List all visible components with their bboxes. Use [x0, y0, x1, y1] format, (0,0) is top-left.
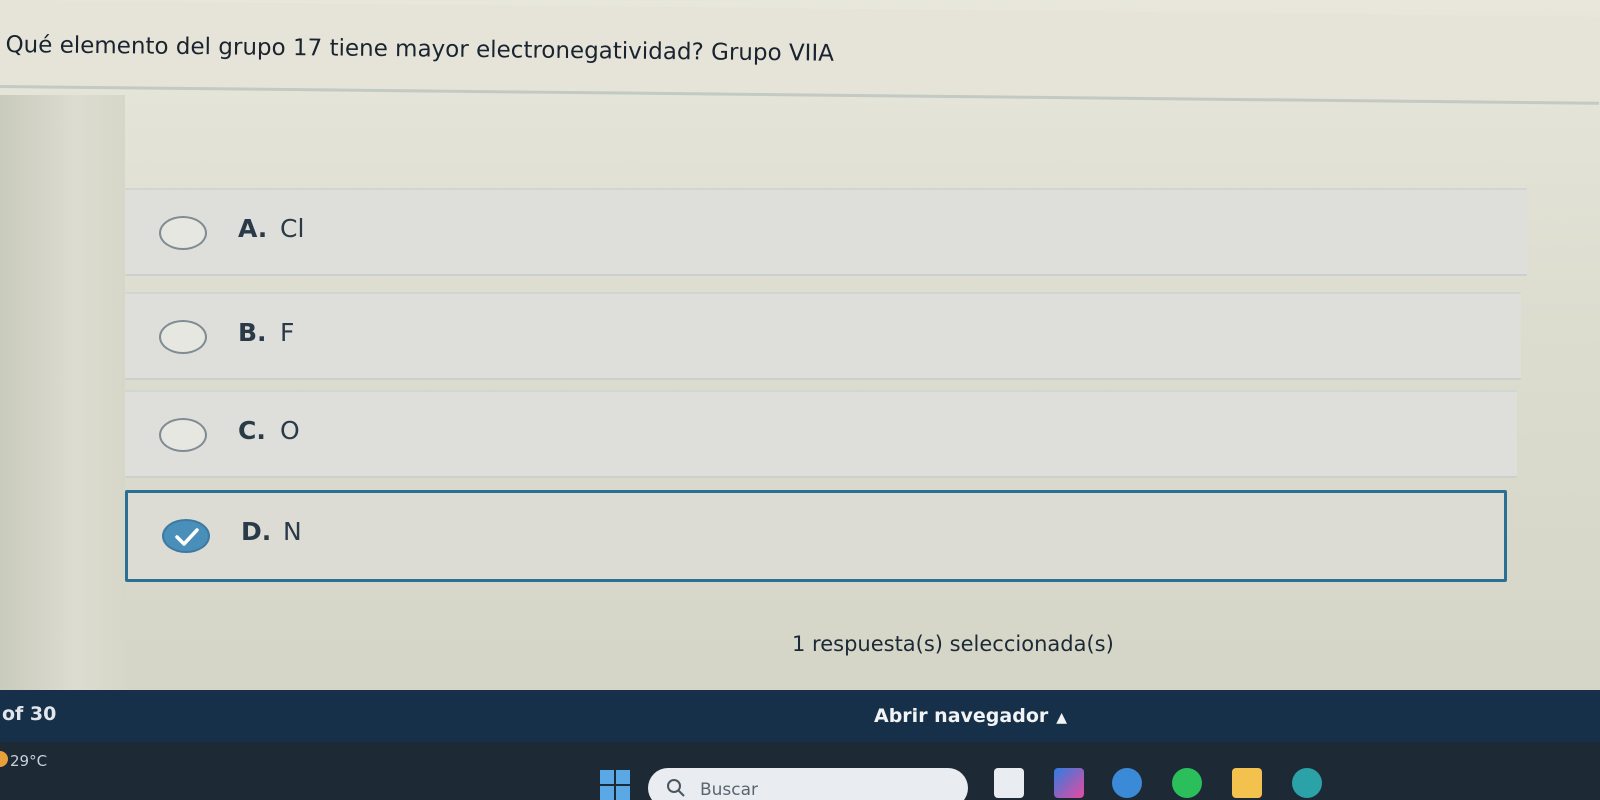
- triangle-up-icon: ▲: [1056, 710, 1068, 726]
- folder-icon[interactable]: [1232, 768, 1262, 798]
- option-c[interactable]: C. O: [125, 390, 1517, 478]
- selection-count: 1 respuesta(s) seleccionada(s): [792, 632, 1114, 656]
- app-icon[interactable]: [1112, 768, 1142, 798]
- page-count: of 30: [2, 703, 57, 725]
- navigation-bar: of 30 Abrir navegador ▲: [0, 690, 1600, 742]
- option-d[interactable]: D. N: [125, 490, 1507, 582]
- search-placeholder: Buscar: [700, 780, 759, 800]
- radio-button[interactable]: [159, 418, 207, 452]
- radio-button[interactable]: [159, 320, 207, 354]
- radio-button-checked[interactable]: [162, 519, 210, 553]
- check-icon: [175, 528, 199, 546]
- taskbar: 29°C Buscar: [0, 742, 1600, 800]
- search-icon: [667, 779, 685, 797]
- option-text: F: [280, 318, 295, 347]
- option-b[interactable]: B. F: [125, 292, 1521, 380]
- option-a[interactable]: A. Cl: [125, 188, 1527, 276]
- app-icon[interactable]: [1292, 768, 1322, 798]
- app-icon[interactable]: [1054, 768, 1084, 798]
- option-text: Cl: [280, 214, 305, 243]
- open-navigator-label: Abrir navegador: [874, 705, 1049, 727]
- windows-start-icon[interactable]: [600, 770, 630, 800]
- taskbar-search-box[interactable]: Buscar: [648, 768, 968, 800]
- weather-icon: [0, 751, 8, 767]
- options-list: A. Cl B. F C. O D. N: [0, 0, 1600, 700]
- option-letter: C.: [238, 416, 266, 445]
- option-letter: D.: [241, 517, 272, 546]
- open-navigator-button[interactable]: Abrir navegador ▲: [874, 705, 1067, 727]
- option-letter: B.: [238, 318, 267, 347]
- option-letter: A.: [238, 214, 268, 243]
- temperature[interactable]: 29°C: [10, 752, 47, 770]
- option-text: N: [283, 517, 302, 546]
- option-text: O: [280, 416, 300, 445]
- app-icon[interactable]: [994, 768, 1024, 798]
- spotify-icon[interactable]: [1172, 768, 1202, 798]
- radio-button[interactable]: [159, 216, 207, 250]
